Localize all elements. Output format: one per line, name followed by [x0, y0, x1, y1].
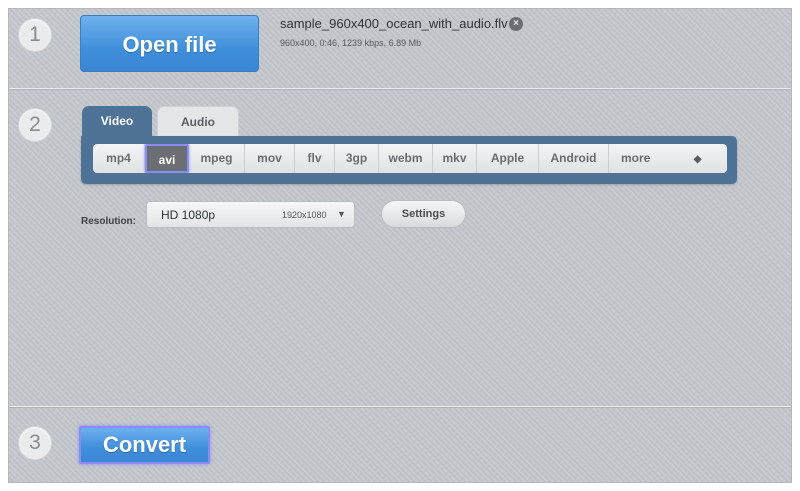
format-panel: mp4 avi mpeg mov flv 3gp webm mkv Apple …	[81, 136, 737, 184]
step-2-section: 2 Video Audio mp4 avi mpeg mov flv 3gp w…	[9, 89, 791, 407]
format-android[interactable]: Android	[539, 144, 609, 173]
remove-file-icon[interactable]: ×	[509, 17, 523, 31]
format-mpeg[interactable]: mpeg	[189, 144, 245, 173]
resolution-dims: 1920x1080	[282, 210, 327, 220]
step-1-number: 1	[18, 18, 52, 52]
format-mkv[interactable]: mkv	[433, 144, 477, 173]
resolution-value: HD 1080p	[161, 208, 216, 222]
step-2-number: 2	[18, 108, 52, 142]
settings-button[interactable]: Settings	[381, 200, 466, 228]
format-flv[interactable]: flv	[295, 144, 335, 173]
format-mov[interactable]: mov	[245, 144, 295, 173]
up-down-arrows-icon: ◆	[693, 154, 702, 165]
format-3gp[interactable]: 3gp	[335, 144, 379, 173]
format-mp4[interactable]: mp4	[93, 144, 145, 173]
step-3-number: 3	[18, 426, 52, 460]
file-meta: 960x400, 0:46, 1239 kbps, 6.89 Mb	[280, 38, 422, 48]
open-file-button[interactable]: Open file	[80, 15, 259, 72]
convert-button[interactable]: Convert	[79, 426, 210, 464]
format-more-label: more	[621, 151, 651, 165]
tab-video[interactable]: Video	[82, 106, 152, 136]
tab-audio[interactable]: Audio	[157, 106, 239, 136]
format-avi[interactable]: avi	[145, 144, 189, 173]
step-1-section: 1 Open file sample_960x400_ocean_with_au…	[9, 9, 791, 89]
resolution-label: Resolution:	[81, 216, 136, 227]
converter-frame: 1 Open file sample_960x400_ocean_with_au…	[8, 8, 792, 483]
format-more[interactable]: more ◆	[609, 144, 727, 173]
step-3-section: 3 Convert	[9, 407, 791, 484]
format-apple[interactable]: Apple	[477, 144, 539, 173]
format-bar: mp4 avi mpeg mov flv 3gp webm mkv Apple …	[93, 144, 727, 173]
chevron-down-icon: ▼	[337, 209, 346, 219]
file-name: sample_960x400_ocean_with_audio.flv	[280, 16, 508, 31]
format-webm[interactable]: webm	[379, 144, 433, 173]
resolution-select[interactable]: HD 1080p 1920x1080 ▼	[146, 201, 355, 228]
